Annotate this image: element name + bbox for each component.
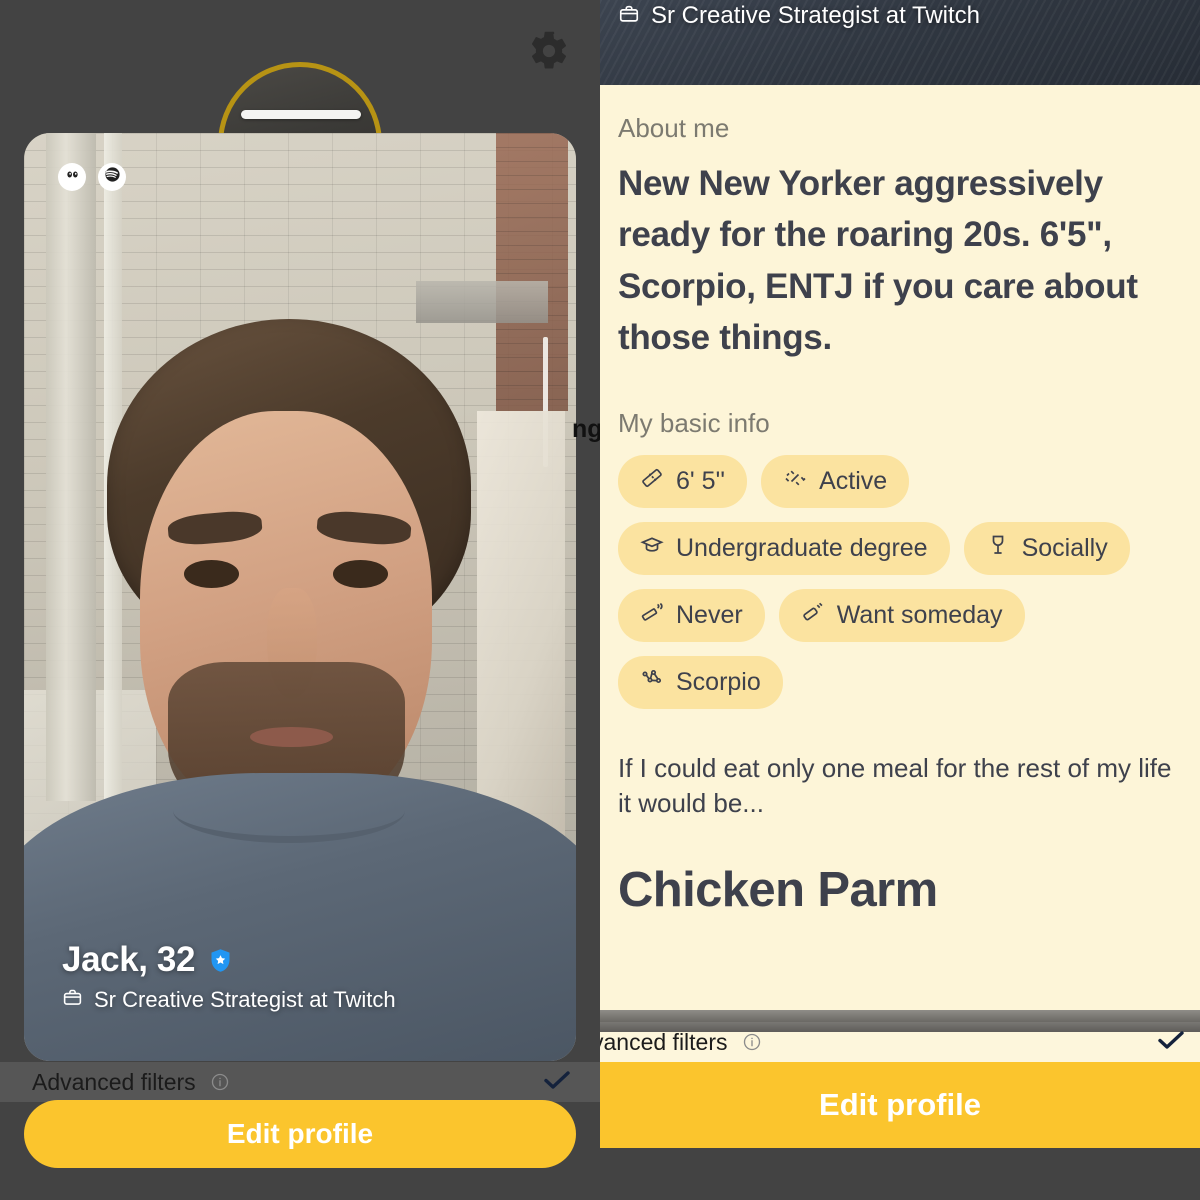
profile-name-overlay: Jack, 32 Sr Creative Strategist at Twitc… [62, 940, 396, 1013]
chip-exercise[interactable]: Active [761, 454, 910, 508]
profile-detail-content: About me New New Yorker aggressively rea… [600, 85, 1200, 1010]
chip-label: Scorpio [676, 667, 761, 696]
job-row: Sr Creative Strategist at Twitch [62, 987, 396, 1013]
job-title: Sr Creative Strategist at Twitch [651, 2, 981, 29]
about-me-text: New New Yorker aggressively ready for th… [618, 164, 1138, 358]
photo-subject-eye-right [333, 559, 389, 588]
photo-curtain [476, 411, 565, 857]
check-icon[interactable] [1156, 1029, 1186, 1056]
page-title: Jack, 32 [62, 940, 196, 979]
graduation-cap-icon [640, 533, 664, 564]
ruler-icon [640, 466, 664, 497]
photo-vent [415, 281, 549, 324]
constellation-icon [640, 667, 664, 698]
wine-glass-icon [986, 533, 1010, 564]
edit-profile-button[interactable]: Edit profile [24, 1100, 576, 1168]
chip-height[interactable]: 6' 5'' [618, 454, 748, 508]
settings-gear-button[interactable] [526, 30, 572, 76]
dumbbell-icon [783, 466, 807, 497]
prompt-question: If I could eat only one meal for the res… [618, 752, 1172, 818]
chip-label: Socially [1021, 533, 1108, 562]
chip-education[interactable]: Undergraduate degree [618, 521, 950, 575]
name-row: Jack, 32 [62, 940, 396, 980]
advanced-filters-label: vanced filters [600, 1028, 728, 1055]
chip-label: Want someday [836, 600, 1003, 629]
photo-badge-group [58, 163, 126, 191]
edit-profile-button[interactable]: Edit profile [600, 1062, 1200, 1148]
chip-drinking[interactable]: Socially [963, 521, 1130, 575]
spotify-badge[interactable] [98, 163, 126, 191]
sheet-drag-handle[interactable] [241, 110, 361, 119]
eyes-icon [64, 166, 81, 188]
right-bottom-filler [600, 1148, 1200, 1200]
job-title: Sr Creative Strategist at Twitch [94, 987, 396, 1012]
briefcase-icon [618, 3, 640, 30]
right-job-row: Sr Creative Strategist at Twitch [618, 2, 980, 30]
verified-shield-icon [207, 947, 234, 974]
chip-label: Active [819, 466, 888, 495]
baby-bottle-icon [801, 600, 825, 631]
briefcase-icon [62, 987, 83, 1013]
photo-subject-eye-left [184, 559, 240, 588]
app-root: Jack, 32 Sr Creative Strategist at Twitc… [0, 0, 1200, 1200]
check-icon[interactable] [542, 1069, 572, 1096]
right-profile-detail-panel: Sr Creative Strategist at Twitch About m… [600, 0, 1200, 1200]
gear-icon [528, 30, 570, 77]
left-profile-panel: Jack, 32 Sr Creative Strategist at Twitc… [0, 0, 600, 1200]
cigarette-icon [640, 600, 664, 631]
profile-photo-card[interactable]: Jack, 32 Sr Creative Strategist at Twitc… [24, 133, 576, 1061]
background-partial-text: ng [572, 415, 603, 443]
basic-info-chip-list: 6' 5'' Active Undergraduate degree Socia… [618, 454, 1182, 709]
prompt-eyes-badge[interactable] [58, 163, 86, 191]
advanced-filters-bar[interactable]: vanced filters [600, 1022, 1200, 1062]
info-icon[interactable] [742, 1032, 762, 1052]
spotify-icon [104, 166, 121, 188]
chip-kids[interactable]: Want someday [778, 588, 1025, 642]
chip-label: 6' 5'' [676, 466, 726, 495]
advanced-filters-label: Advanced filters [32, 1068, 196, 1095]
chip-label: Undergraduate degree [676, 533, 928, 562]
photo-red-brick [495, 133, 568, 412]
about-me-label: About me [618, 113, 730, 143]
prompt-answer: Chicken Parm [618, 863, 938, 918]
advanced-filters-bar[interactable]: Advanced filters [0, 1062, 600, 1102]
chip-smoking[interactable]: Never [618, 588, 765, 642]
photo-subject-collar [173, 778, 405, 843]
basic-info-label: My basic info [618, 407, 770, 438]
photo-window-frame [46, 133, 96, 802]
chip-label: Never [676, 600, 743, 629]
chip-zodiac[interactable]: Scorpio [618, 655, 783, 709]
info-icon[interactable] [210, 1072, 230, 1092]
